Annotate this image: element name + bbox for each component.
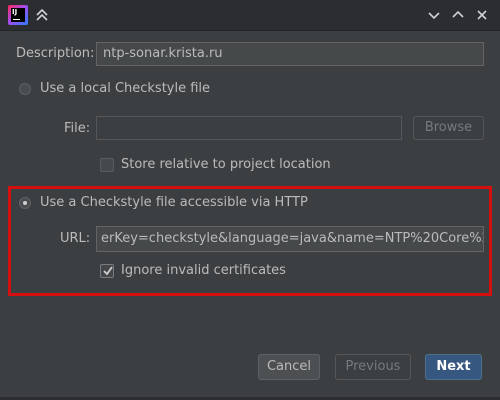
file-label: File: (64, 121, 91, 136)
ignore-certs-checkbox[interactable] (100, 264, 114, 278)
store-relative-checkbox[interactable] (100, 158, 114, 172)
title-bar (0, 0, 500, 31)
minimize-button[interactable] (424, 5, 444, 25)
chevron-down-icon (428, 12, 440, 20)
cancel-button[interactable]: Cancel (258, 354, 320, 380)
description-field[interactable]: ntp-sonar.krista.ru (96, 42, 484, 66)
local-file-radio[interactable] (19, 83, 31, 95)
chevron-up-icon (452, 10, 464, 18)
description-label: Description: (16, 46, 95, 61)
store-relative-label[interactable]: Store relative to project location (121, 157, 331, 172)
http-file-radio[interactable] (19, 197, 31, 209)
url-field[interactable]: erKey=checkstyle&language=java&name=NTP%… (96, 226, 484, 252)
maximize-button[interactable] (448, 5, 468, 25)
http-file-option-label[interactable]: Use a Checkstyle file accessible via HTT… (40, 195, 308, 210)
double-chevron-up-icon[interactable] (32, 5, 52, 25)
ignore-certs-label[interactable]: Ignore invalid certificates (121, 263, 286, 278)
checkmark-icon (103, 266, 113, 276)
file-path-field[interactable] (96, 116, 402, 140)
next-button[interactable]: Next (425, 354, 482, 380)
previous-button[interactable]: Previous (335, 354, 411, 380)
intellij-idea-icon (8, 5, 28, 25)
close-button[interactable] (472, 5, 492, 25)
url-label: URL: (60, 231, 91, 246)
local-file-option-label[interactable]: Use a local Checkstyle file (40, 81, 210, 96)
browse-button[interactable]: Browse (413, 116, 484, 140)
close-icon (477, 10, 487, 20)
